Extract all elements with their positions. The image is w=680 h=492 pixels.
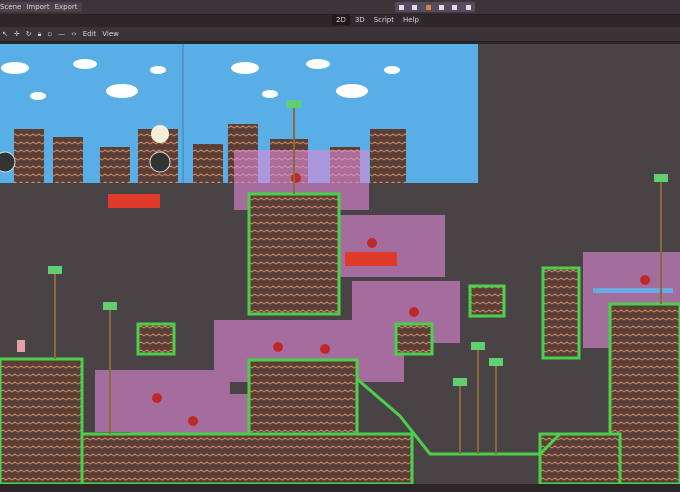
tab-3d[interactable]: 3D: [350, 15, 369, 25]
play-scene-icon[interactable]: [425, 4, 431, 10]
menu-scene[interactable]: Scene: [0, 3, 21, 11]
level-canvas[interactable]: [0, 44, 680, 484]
deploy-icon[interactable]: [452, 4, 458, 10]
top-bar: Scene Import Export: [0, 0, 680, 15]
rotate-icon[interactable]: ↻: [26, 30, 32, 38]
move-icon[interactable]: ✛: [14, 30, 20, 38]
tab-script[interactable]: Script: [369, 15, 398, 25]
bottom-panel: [0, 484, 680, 492]
workspace-tabs: 2D 3D Script Help: [332, 15, 423, 25]
arrow-up-button: [149, 151, 171, 173]
debug-icon[interactable]: [439, 4, 445, 10]
editor-toolbar: ↖ ✛ ↻ 🔒︎ ▫ — ‹› Edit View: [0, 27, 680, 42]
group-icon[interactable]: —: [58, 30, 65, 38]
play-icon[interactable]: [399, 4, 405, 10]
menu-export[interactable]: Export: [55, 3, 78, 11]
arrow-right-button: [0, 151, 16, 173]
play-controls: [395, 2, 475, 12]
view-menu[interactable]: View: [102, 30, 119, 38]
menu-import[interactable]: Import: [26, 3, 49, 11]
tab-help[interactable]: Help: [399, 15, 423, 25]
ungroup-icon[interactable]: ‹›: [71, 30, 77, 38]
select-icon[interactable]: ↖: [2, 30, 8, 38]
tab-2d[interactable]: 2D: [332, 15, 350, 25]
player: [17, 340, 25, 352]
stop-icon[interactable]: [412, 4, 418, 10]
main-menu: Scene Import Export: [0, 2, 82, 12]
scene-viewport[interactable]: [0, 44, 680, 484]
settings-icon[interactable]: [465, 4, 471, 10]
light-orb: [151, 125, 169, 143]
area-zones: [95, 150, 680, 456]
lock-icon[interactable]: 🔒︎: [38, 30, 42, 39]
unlock-icon[interactable]: ▫: [47, 30, 52, 38]
edit-menu[interactable]: Edit: [83, 30, 97, 38]
